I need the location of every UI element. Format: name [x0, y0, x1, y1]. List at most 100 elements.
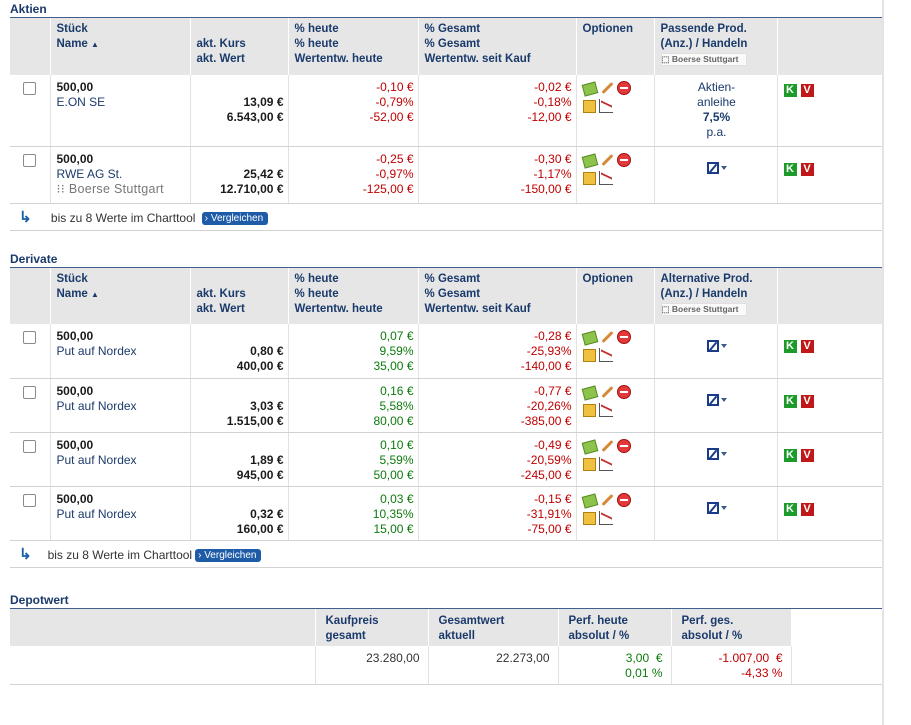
security-name-link[interactable]: Put auf Nordex: [57, 453, 186, 468]
percent-sort-icon[interactable]: %: [425, 23, 435, 35]
chart-icon[interactable]: [598, 402, 613, 417]
buy-money-icon[interactable]: [581, 438, 598, 455]
name-col-header[interactable]: Stück Name ▲: [50, 18, 191, 75]
note-icon[interactable]: [582, 349, 596, 362]
verkaufen-button[interactable]: V: [800, 394, 814, 408]
aktien-section: Aktien Stück Name ▲ akt. Kurs akt. Wert …: [10, 2, 882, 231]
header-gesamt-pct: % Gesamt: [424, 288, 481, 300]
chevron-down-icon[interactable]: [720, 398, 727, 403]
header-gesamt-pct: % Gesamt: [424, 38, 481, 50]
edit-tool-icon[interactable]: [600, 493, 614, 507]
row-checkbox[interactable]: [23, 331, 36, 344]
kurs-value: 3,03 €: [250, 398, 284, 413]
verkaufen-button[interactable]: V: [800, 84, 814, 97]
scrollbar-track[interactable]: [882, 0, 884, 725]
kaufen-button[interactable]: K: [783, 84, 797, 97]
kaufen-button[interactable]: K: [783, 448, 797, 462]
chart-icon[interactable]: [598, 99, 613, 113]
header-stueck: Stück: [56, 23, 88, 35]
delete-icon[interactable]: [616, 384, 631, 399]
chevron-down-icon[interactable]: [720, 343, 727, 348]
return-arrow-icon: ↳: [19, 545, 32, 563]
kaufen-button[interactable]: K: [783, 340, 797, 353]
chart-icon[interactable]: [598, 510, 613, 525]
product-link-line2[interactable]: anleihe: [661, 95, 773, 110]
note-icon[interactable]: [582, 457, 596, 471]
header-handeln: (Anz.) / Handeln: [660, 288, 748, 300]
wert-value: 160,00 €: [236, 521, 284, 536]
edit-tool-icon[interactable]: [600, 153, 614, 167]
charttool-row: ↳ bis zu 8 Werte im Charttool › Vergleic…: [10, 203, 882, 231]
kurs-value: 0,80 €: [250, 344, 284, 358]
security-name-link[interactable]: E.ON SE: [57, 95, 186, 110]
security-name-link[interactable]: Put auf Nordex: [57, 399, 186, 414]
delete-icon[interactable]: [616, 438, 631, 453]
security-name-link[interactable]: Put auf Nordex: [57, 507, 186, 522]
row-checkbox[interactable]: [23, 439, 36, 453]
security-name-link[interactable]: Put auf Nordex: [57, 344, 186, 359]
verkaufen-button[interactable]: V: [800, 448, 814, 462]
row-checkbox[interactable]: [23, 493, 36, 507]
vergleichen-button[interactable]: › Vergleichen: [201, 211, 269, 225]
verkaufen-button[interactable]: V: [800, 502, 814, 516]
delete-icon[interactable]: [616, 152, 631, 167]
kaufen-button[interactable]: K: [783, 394, 797, 408]
note-icon[interactable]: [582, 511, 596, 525]
row-checkbox[interactable]: [23, 385, 36, 399]
buy-money-icon[interactable]: [581, 81, 598, 97]
edit-tool-icon[interactable]: [600, 385, 614, 399]
header-gesamt-wertentw: Wertentw. seit Kauf: [424, 303, 531, 315]
chart-icon[interactable]: [598, 170, 613, 185]
gesamt-pct-value: -25,93%: [526, 344, 572, 358]
delete-icon[interactable]: [616, 81, 631, 95]
kurs-value: 13,09 €: [243, 95, 284, 109]
chevron-down-icon[interactable]: [720, 506, 727, 511]
verkaufen-button[interactable]: V: [800, 162, 814, 176]
chart-icon[interactable]: [598, 348, 613, 362]
delete-icon[interactable]: [616, 492, 631, 507]
gesamt-pct-value: -1,17%: [533, 166, 572, 181]
percent-sort-icon[interactable]: %: [295, 273, 305, 285]
table-row: 500,00 Put auf Nordex 0,32 €160,00 € 0,03 …: [10, 486, 882, 541]
percent-sort-icon[interactable]: %: [295, 23, 305, 35]
chart-icon[interactable]: [598, 456, 613, 471]
kaufen-button[interactable]: K: [783, 162, 797, 176]
edit-tool-icon[interactable]: [600, 330, 614, 344]
note-icon[interactable]: [582, 171, 596, 185]
row-checkbox[interactable]: [23, 82, 36, 95]
header-name: Name: [56, 38, 88, 50]
product-link-line1[interactable]: Aktien-: [661, 80, 773, 95]
buy-money-icon[interactable]: [581, 152, 598, 169]
deutsche-bank-icon[interactable]: [706, 162, 719, 175]
note-icon[interactable]: [582, 100, 596, 113]
kaufen-button[interactable]: K: [783, 502, 797, 516]
deutsche-bank-icon[interactable]: [706, 394, 719, 407]
deutsche-bank-icon[interactable]: [706, 339, 719, 352]
delete-icon[interactable]: [616, 330, 631, 344]
chevron-down-icon[interactable]: [720, 166, 727, 171]
name-col-header[interactable]: Stück Name ▲: [50, 268, 191, 324]
deutsche-bank-icon[interactable]: [706, 502, 719, 515]
chevron-down-icon[interactable]: [720, 452, 727, 457]
vergleichen-button[interactable]: › Vergleichen: [195, 548, 262, 562]
aktien-title: Aktien: [10, 2, 882, 18]
heute-col-header: % heute % heute Wertentw. heute: [288, 268, 419, 324]
buy-money-icon[interactable]: [581, 492, 598, 509]
kurs-value: 0,32 €: [250, 506, 284, 521]
percent-sort-icon[interactable]: %: [425, 273, 435, 285]
note-icon[interactable]: [582, 403, 596, 417]
edit-tool-icon[interactable]: [600, 439, 614, 453]
edit-tool-icon[interactable]: [600, 81, 614, 95]
sort-asc-icon[interactable]: ▲: [91, 40, 99, 49]
gesamtwert-value: 22.273,00: [428, 646, 559, 685]
security-name-link[interactable]: RWE AG St.: [57, 167, 186, 182]
deutsche-bank-icon[interactable]: [706, 448, 719, 461]
gesamt-abs-value: -0,02 €: [534, 80, 572, 94]
verkaufen-button[interactable]: V: [800, 340, 814, 353]
row-checkbox[interactable]: [23, 153, 36, 167]
buy-money-icon[interactable]: [581, 384, 598, 401]
gesamt-pct-value: -20,59%: [526, 452, 572, 467]
sort-asc-icon[interactable]: ▲: [91, 290, 99, 299]
header-heute-wertentw: Wertentw. heute: [294, 53, 383, 65]
buy-money-icon[interactable]: [581, 330, 598, 346]
